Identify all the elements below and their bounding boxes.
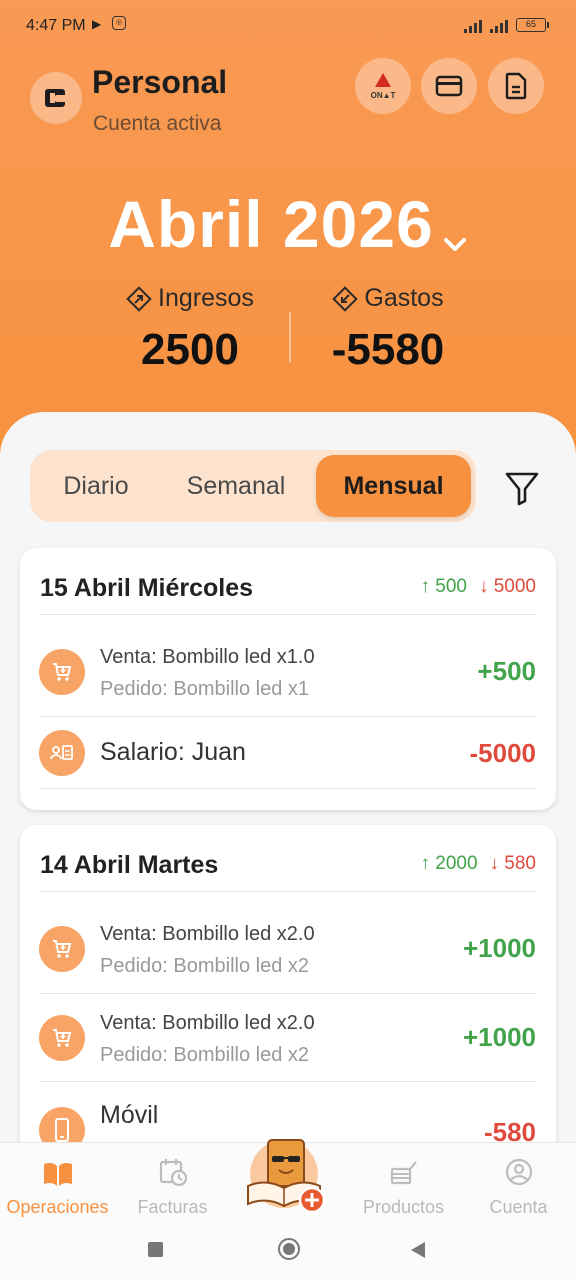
report-button[interactable]	[488, 58, 544, 114]
document-icon	[505, 72, 527, 100]
row-divider	[40, 993, 536, 994]
transaction-title: Venta: Bombillo led x1.0	[100, 646, 315, 668]
onat-logo: ON▲T	[371, 72, 395, 100]
income-summary: Ingresos 2500	[90, 284, 290, 375]
calendar-clock-icon	[115, 1143, 230, 1187]
transaction-amount: +500	[477, 656, 536, 686]
row-divider	[40, 1081, 536, 1082]
income-value: 2500	[141, 325, 239, 374]
day-income: ↑ 500	[420, 576, 467, 597]
signal-icon	[464, 19, 482, 33]
battery-icon: 65	[516, 18, 549, 32]
filter-button[interactable]	[500, 466, 544, 510]
filter-icon	[505, 472, 539, 506]
income-label: Ingresos	[158, 284, 254, 312]
account-status: Cuenta activa	[93, 112, 222, 135]
app-notification-icon: ◎	[112, 16, 126, 30]
month-selector[interactable]: Abril 2026	[0, 186, 576, 268]
month-label: Abril 2026	[108, 187, 434, 261]
products-icon	[346, 1143, 461, 1187]
home-icon[interactable]	[278, 1238, 300, 1260]
nav-account[interactable]: Cuenta	[461, 1143, 576, 1218]
nav-products[interactable]: Productos	[346, 1143, 461, 1218]
account-name[interactable]: Personal	[92, 64, 227, 101]
tab-daily[interactable]: Diario	[30, 455, 162, 517]
transaction-detail: Pedido: Bombillo led x2	[100, 1044, 310, 1066]
card-divider	[40, 614, 536, 615]
status-time: 4:47 PM	[26, 17, 86, 34]
expense-arrow-icon	[332, 285, 359, 312]
transaction-detail: Pedido: Bombillo led x1	[100, 678, 310, 700]
tab-monthly[interactable]: Mensual	[316, 455, 471, 517]
transaction-title: Móvil	[100, 1101, 159, 1129]
wallet-icon[interactable]	[30, 72, 82, 124]
day-expense: ↓ 5000	[478, 576, 536, 597]
cart-icon	[39, 926, 85, 972]
chevron-down-icon	[442, 192, 468, 268]
signal-icon-2	[490, 19, 508, 33]
card-button[interactable]	[421, 58, 477, 114]
expense-summary: Gastos -5580	[288, 284, 488, 375]
back-icon[interactable]	[410, 1241, 426, 1264]
day-date: 14 Abril Martes	[40, 851, 219, 879]
transaction-detail: Pedido: Bombillo led x2	[100, 955, 310, 977]
expense-value: -5580	[331, 325, 445, 374]
nav-label: Facturas	[137, 1197, 208, 1217]
onat-button[interactable]: ON▲T	[355, 58, 411, 114]
cart-icon	[39, 649, 85, 695]
credit-card-icon	[435, 75, 463, 97]
play-icon: ▶	[92, 17, 102, 31]
book-icon	[0, 1143, 115, 1187]
day-totals: ↑ 2000 ↓ 580	[420, 853, 536, 875]
recent-apps-icon[interactable]	[148, 1242, 163, 1257]
transaction-title: Venta: Bombillo led x2.0	[100, 923, 315, 945]
transaction-amount: -5000	[469, 738, 537, 768]
card-divider	[40, 891, 536, 892]
status-bar: 4:47 PM ▶ ◎ 65	[0, 0, 576, 52]
nav-operations[interactable]: Operaciones	[0, 1143, 115, 1218]
expense-label: Gastos	[364, 284, 444, 312]
system-navigation-bar	[0, 1220, 576, 1280]
transaction-amount: +1000	[462, 933, 536, 963]
transaction-title: Salario: Juan	[100, 738, 246, 766]
row-divider	[40, 788, 536, 789]
transaction-amount: +1000	[462, 1022, 536, 1052]
add-operation-button[interactable]	[242, 1134, 334, 1218]
day-card: 14 Abril Martes ↑ 2000 ↓ 580 Venta: Bomb…	[20, 825, 556, 1185]
row-divider	[40, 716, 536, 717]
payroll-icon	[39, 730, 85, 776]
nav-label: Operaciones	[6, 1197, 109, 1217]
income-arrow-icon	[126, 285, 152, 312]
day-date: 15 Abril Miércoles	[40, 574, 254, 602]
day-income: ↑ 2000	[420, 853, 478, 874]
tab-weekly[interactable]: Semanal	[166, 455, 306, 517]
nav-label: Productos	[362, 1197, 445, 1217]
cart-icon	[39, 1015, 85, 1061]
period-tabs: Diario Semanal Mensual	[30, 450, 476, 522]
nav-label: Cuenta	[489, 1197, 548, 1217]
day-expense: ↓ 580	[489, 853, 536, 874]
transaction-title: Venta: Bombillo led x2.0	[100, 1012, 315, 1034]
day-card: 15 Abril Miércoles ↑ 500 ↓ 5000 Venta: B…	[20, 548, 556, 810]
nav-invoices[interactable]: Facturas	[115, 1143, 230, 1218]
day-totals: ↑ 500 ↓ 5000	[420, 576, 536, 598]
mascot-book-icon	[247, 1139, 326, 1214]
user-circle-icon	[461, 1143, 576, 1187]
